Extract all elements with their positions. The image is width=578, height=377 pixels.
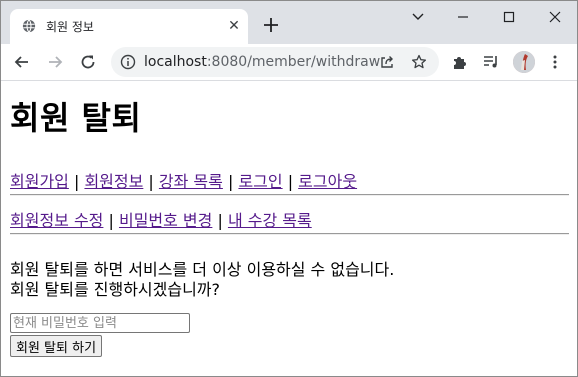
nav-link-login[interactable]: 로그인	[238, 172, 282, 191]
page-title: 회원 탈퇴	[10, 99, 142, 137]
browser-window: 회원 정보 ✕ localhost:8080/member/withdraw 회…	[0, 0, 578, 377]
tab-title: 회원 정보	[46, 20, 94, 34]
nav-link-edit-profile[interactable]: 회원정보 수정	[10, 211, 103, 230]
withdraw-confirm-text: 회원 탈퇴를 진행하시겠습니까?	[10, 280, 221, 299]
star-icon[interactable]	[411, 54, 427, 70]
tab-search-chevron-icon[interactable]	[403, 7, 433, 27]
current-password-input[interactable]	[10, 313, 190, 333]
page-content: 회원 탈퇴 회원가입 | 회원정보 | 강좌 목록 | 로그인 | 로그아웃 회…	[1, 81, 577, 376]
reload-icon[interactable]	[79, 53, 97, 71]
info-icon[interactable]	[120, 54, 136, 70]
minimize-icon[interactable]	[448, 7, 478, 27]
withdraw-button[interactable]: 회원 탈퇴 하기	[10, 335, 103, 357]
nav-separator: |	[212, 211, 228, 230]
nav-link-my-courses[interactable]: 내 수강 목록	[228, 211, 312, 230]
address-bar[interactable]: localhost:8080/member/withdraw	[111, 47, 439, 77]
nav-link-change-password[interactable]: 비밀번호 변경	[119, 211, 212, 230]
tab-member-info[interactable]: 회원 정보 ✕	[10, 9, 248, 44]
nav-link-member-info[interactable]: 회원정보	[84, 172, 143, 191]
nav-separator: |	[68, 172, 85, 191]
tab-strip: 회원 정보 ✕	[1, 1, 577, 44]
arrow-left-icon[interactable]	[13, 53, 31, 71]
url-host: localhost	[144, 54, 207, 70]
profile-picture-icon	[513, 51, 535, 73]
sub-nav: 회원정보 수정 | 비밀번호 변경 | 내 수강 목록	[10, 207, 312, 231]
puzzle-icon[interactable]	[451, 53, 469, 71]
kebab-menu-icon[interactable]	[546, 53, 564, 71]
nav-link-signup[interactable]: 회원가입	[10, 172, 69, 191]
main-nav: 회원가입 | 회원정보 | 강좌 목록 | 로그인 | 로그아웃	[10, 168, 357, 192]
share-icon[interactable]	[379, 54, 395, 70]
divider	[10, 194, 569, 196]
avatar[interactable]	[513, 51, 535, 73]
nav-separator: |	[103, 211, 119, 230]
nav-separator: |	[222, 172, 239, 191]
divider	[10, 233, 569, 235]
close-icon[interactable]: ✕	[226, 18, 242, 34]
nav-link-logout[interactable]: 로그아웃	[298, 172, 357, 191]
url-path: :8080/member/withdraw	[206, 54, 381, 70]
nav-link-course-list[interactable]: 강좌 목록	[159, 172, 223, 191]
media-queue-icon[interactable]	[482, 53, 500, 71]
nav-separator: |	[143, 172, 159, 191]
globe-icon	[22, 19, 36, 33]
browser-toolbar: localhost:8080/member/withdraw	[1, 44, 577, 81]
url-text[interactable]: localhost:8080/member/withdraw	[144, 54, 380, 70]
nav-separator: |	[282, 172, 299, 191]
plus-icon[interactable]	[261, 15, 281, 35]
arrow-right-icon[interactable]	[46, 53, 64, 71]
maximize-icon[interactable]	[494, 7, 524, 27]
close-window-icon[interactable]	[540, 7, 570, 27]
